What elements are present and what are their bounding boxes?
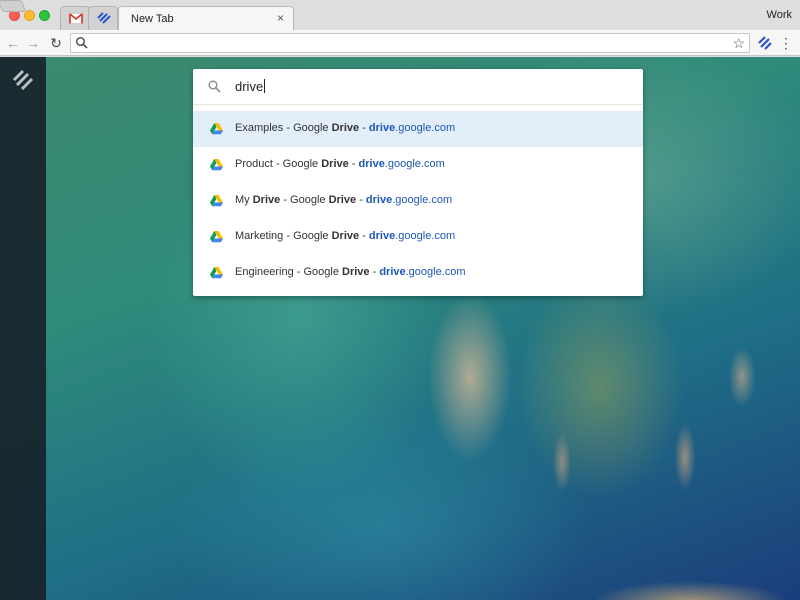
suggestion-text: Marketing - Google Drive - drive.google.… — [235, 230, 456, 242]
suggestion-url: drive.google.com — [379, 266, 466, 278]
search-icon — [208, 80, 221, 93]
reload-button[interactable]: ↻ — [47, 34, 65, 52]
google-drive-icon — [210, 195, 223, 207]
more-menu-icon[interactable]: ⋮ — [779, 34, 793, 52]
address-bar[interactable]: ☆ — [70, 33, 750, 53]
google-drive-icon — [210, 267, 223, 279]
sidebar — [0, 57, 46, 600]
suggestion-text: My Drive - Google Drive - drive.google.c… — [235, 194, 453, 206]
back-button[interactable]: ← — [4, 34, 22, 52]
toolbar: ← → ↻ ☆ ⋮ — [0, 30, 800, 56]
tab-new-tab[interactable]: New Tab × — [118, 6, 294, 30]
profile-name[interactable]: Work — [767, 9, 792, 21]
tab-gmail[interactable] — [60, 6, 90, 30]
suggestion-text: Product - Google Drive - drive.google.co… — [235, 158, 445, 170]
extension-logo-icon[interactable] — [757, 35, 773, 51]
search-field[interactable]: drive — [193, 69, 643, 105]
google-drive-icon — [210, 231, 223, 243]
minimize-window-button[interactable] — [24, 10, 35, 21]
suggestion-item[interactable]: Engineering - Google Drive - drive.googl… — [193, 255, 643, 291]
suggestion-item[interactable]: Examples - Google Drive - drive.google.c… — [193, 111, 643, 147]
google-drive-icon — [210, 123, 223, 135]
suggestion-url: drive.google.com — [368, 122, 456, 134]
maximize-window-button[interactable] — [39, 10, 50, 21]
tab-strip: New Tab × Work — [0, 0, 800, 30]
suggestion-url: drive.google.com — [358, 158, 445, 170]
suggestion-text: Examples - Google Drive - drive.google.c… — [235, 122, 456, 134]
tab-title: New Tab — [131, 13, 174, 25]
suggestion-text: Engineering - Google Drive - drive.googl… — [235, 266, 466, 278]
search-dropdown: drive Examples - Google Drive - drive.go… — [193, 69, 643, 296]
tab-close-icon[interactable]: × — [277, 11, 284, 25]
google-drive-icon — [210, 159, 223, 171]
suggestion-item[interactable]: Product - Google Drive - drive.google.co… — [193, 147, 643, 183]
suggestion-item[interactable]: Marketing - Google Drive - drive.google.… — [193, 219, 643, 255]
new-tab-button[interactable] — [0, 0, 27, 12]
suggestion-url: drive.google.com — [368, 230, 456, 242]
text-cursor — [264, 79, 266, 93]
gmail-icon — [69, 13, 83, 24]
suggestion-item[interactable]: My Drive - Google Drive - drive.google.c… — [193, 183, 643, 219]
suggestion-url: drive.google.com — [365, 194, 453, 206]
new-tab-page: drive Examples - Google Drive - drive.go… — [0, 57, 800, 600]
app-logo-icon[interactable] — [12, 69, 34, 91]
search-icon — [75, 36, 88, 49]
tab-extension-app[interactable] — [88, 6, 118, 30]
bookmark-star-icon[interactable]: ☆ — [732, 35, 745, 51]
search-input[interactable]: drive — [235, 79, 266, 94]
extension-logo-icon — [97, 12, 111, 24]
forward-button[interactable]: → — [24, 34, 42, 52]
